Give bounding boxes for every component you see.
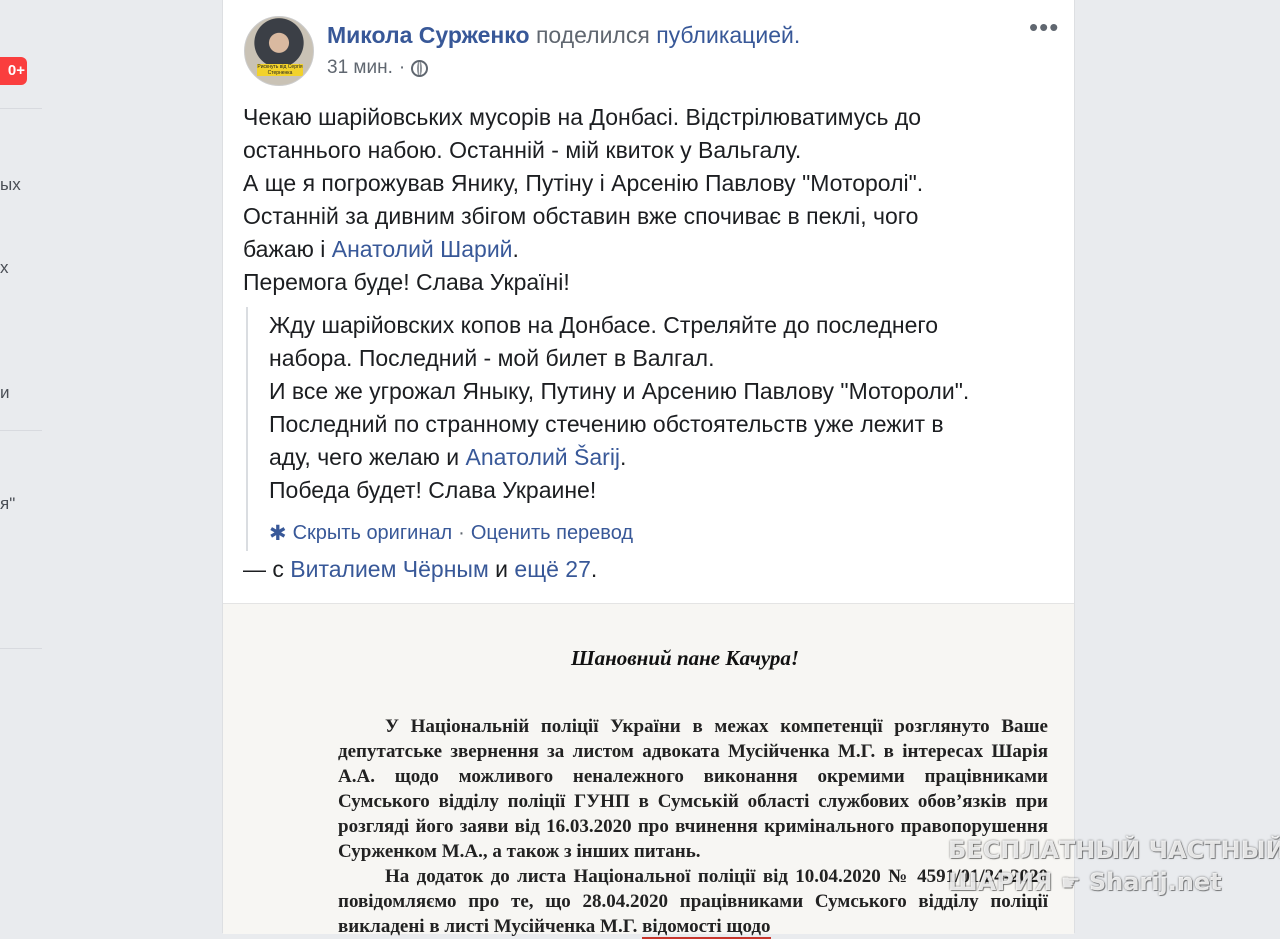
tagged-end: . [590, 556, 598, 582]
watermark: БЕСПЛАТНЫЙ ЧАСТНЫЙ ШАРИЯ ☛ Sharij.net [948, 834, 1280, 900]
post-body: Чекаю шарійовських мусорів на Донбасі. В… [243, 101, 1043, 299]
post-header: Микола Сурженко поделился публикацией. [327, 22, 800, 49]
tagged-and: и [488, 556, 515, 582]
translation-line-text: аду, чего желаю и [269, 444, 466, 470]
pointing-hand-icon: ☛ [1060, 871, 1081, 896]
mention-link[interactable]: Anатолий Šarij [466, 444, 621, 470]
sidebar-item-fragment[interactable]: х [0, 258, 9, 278]
post-line-text: бажаю і [243, 236, 332, 262]
separator: · [458, 522, 465, 544]
more-options-icon[interactable]: ••• [1029, 14, 1059, 40]
document-paragraph: На додаток до листа Національної поліції… [338, 864, 1048, 939]
post-line: А ще я погрожував Янику, Путіну і Арсені… [243, 170, 924, 196]
translation-controls: ✱ Скрыть оригинал · Оценить перевод [269, 521, 633, 546]
translation-line: Победа будет! Слава Украине! [269, 477, 597, 503]
share-action-text: поделился [535, 22, 650, 48]
watermark-line: БЕСПЛАТНЫЙ ЧАСТНЫЙ [948, 836, 1280, 864]
post-line: Останній за дивним збігом обставин вже с… [243, 203, 919, 229]
document-image[interactable]: Шановний пане Качура! У Національній пол… [223, 603, 1074, 939]
author-name-link[interactable]: Микола Сурженко [327, 22, 530, 48]
notification-badge[interactable]: 0+ [0, 57, 27, 85]
left-sidebar: 0+ ых х и я" [0, 0, 44, 933]
author-avatar[interactable]: Рискнуть від Сергія Стерненка [244, 16, 314, 86]
watermark-text: ШАРИЯ [948, 868, 1053, 896]
tagged-people: — с Виталием Чёрным и ещё 27. [243, 556, 597, 583]
avatar-banner: Рискнуть від Сергія Стерненка [257, 64, 303, 76]
shared-publication-link[interactable]: публикацией. [656, 22, 800, 48]
document-body: У Національній поліції України в межах к… [338, 714, 1048, 939]
sidebar-item-fragment[interactable]: я" [0, 494, 15, 514]
mention-link[interactable]: Анатолий Шарий [332, 236, 513, 262]
sidebar-divider [0, 430, 42, 431]
translation-line: аду, чего желаю и Anатолий Šarij. [269, 441, 1046, 474]
document-paragraph: У Національній поліції України в межах к… [338, 716, 1048, 862]
rate-translation-link[interactable]: Оценить перевод [471, 522, 633, 545]
meta-separator: · [398, 57, 406, 78]
tagged-more-link[interactable]: ещё 27 [514, 556, 590, 582]
tagged-prefix: — с [243, 556, 291, 582]
post-card: Рискнуть від Сергія Стерненка Микола Сур… [222, 0, 1075, 939]
watermark-line: ШАРИЯ ☛ Sharij.net [948, 866, 1248, 900]
post-timestamp[interactable]: 31 мин. [327, 57, 393, 79]
hide-original-link[interactable]: Скрыть оригинал [293, 522, 453, 545]
translation-line-text: . [620, 444, 627, 470]
document-title: Шановний пане Качура! [571, 646, 800, 670]
translation-line: Последний по странному стечению обстояте… [269, 411, 944, 437]
post-line: Чекаю шарійовських мусорів на Донбасі. В… [243, 104, 922, 130]
gear-icon[interactable]: ✱ [269, 521, 287, 546]
sidebar-item-fragment[interactable]: ых [0, 175, 21, 195]
post-line: останнього набою. Останній - мій квиток … [243, 137, 802, 163]
globe-icon[interactable] [411, 59, 429, 77]
sidebar-divider [0, 108, 42, 109]
translation-block: Жду шарійовских копов на Донбасе. Стреля… [246, 307, 1046, 551]
tagged-person-link[interactable]: Виталием Чёрным [290, 556, 488, 582]
post-meta: 31 мин. · [327, 57, 429, 79]
sidebar-item-fragment[interactable]: и [0, 383, 10, 403]
translation-line: И все же угрожал Яныку, Путину и Арсению… [269, 378, 970, 404]
translation-line: Жду шарійовских копов на Донбасе. Стреля… [269, 312, 939, 338]
post-line: бажаю і Анатолий Шарий. [243, 233, 1043, 266]
post-line-text: . [512, 236, 519, 262]
sidebar-divider [0, 648, 42, 649]
post-line: Перемога буде! Слава Україні! [243, 269, 570, 295]
translation-line: набора. Последний - мой билет в Валгал. [269, 345, 715, 371]
watermark-text: Sharij.net [1088, 868, 1222, 896]
underlined-text: відомості щодо [642, 916, 771, 939]
